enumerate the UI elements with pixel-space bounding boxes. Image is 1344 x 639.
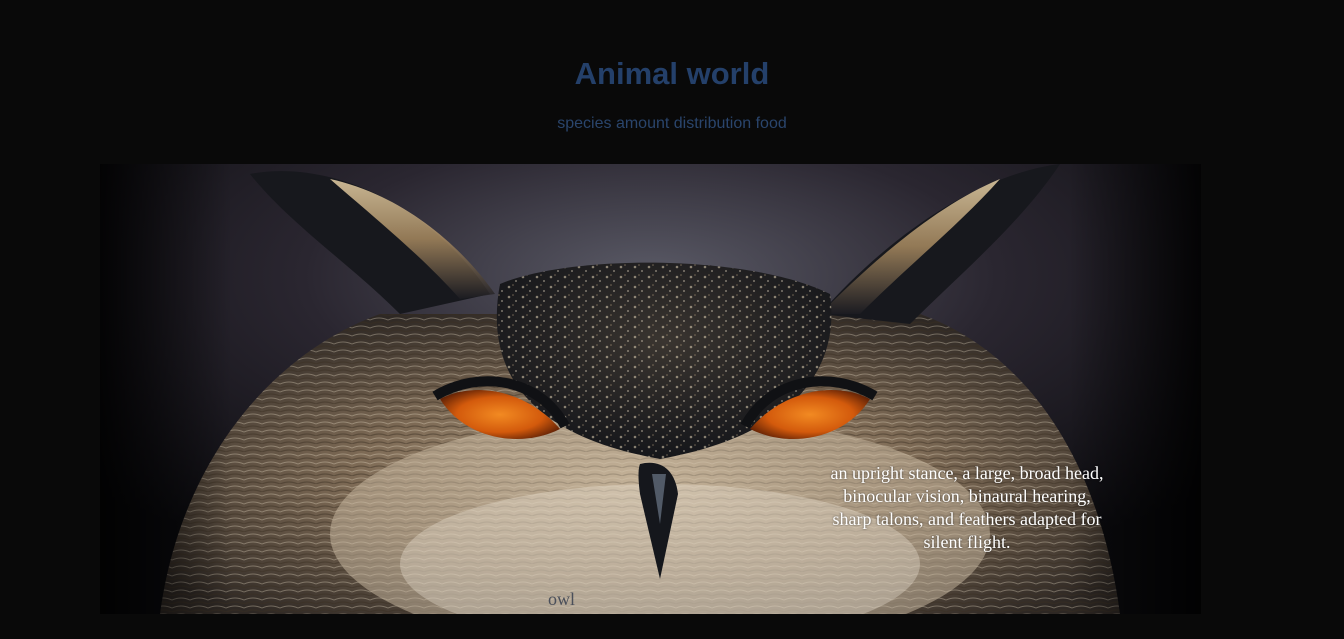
hero-label: owl bbox=[548, 589, 575, 609]
hero-description: an upright stance, a large, broad head, … bbox=[830, 463, 1104, 552]
nav-link-food[interactable]: food bbox=[756, 115, 787, 132]
nav-link-species[interactable]: species bbox=[557, 115, 611, 132]
page-title: Animal world bbox=[574, 56, 770, 91]
main-nav: species amount distribution food bbox=[0, 114, 1344, 134]
nav-link-amount[interactable]: amount bbox=[616, 115, 669, 132]
nav-link-distribution[interactable]: distribution bbox=[674, 115, 751, 132]
